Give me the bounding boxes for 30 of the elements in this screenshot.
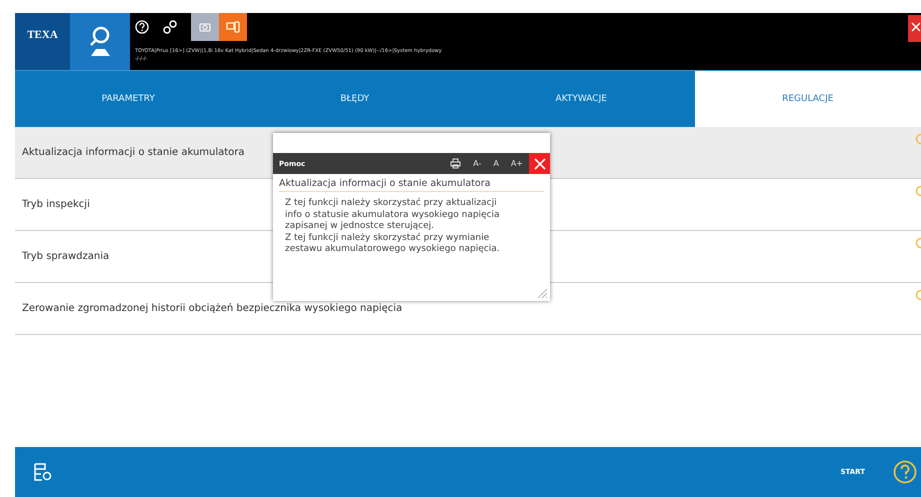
close-button[interactable] <box>908 15 921 42</box>
close-icon <box>910 21 920 33</box>
font-size-button[interactable]: A+ <box>504 159 529 168</box>
camera-icon <box>199 22 211 32</box>
row-label: Tryb inspekcji <box>22 199 90 210</box>
help-heading: Aktualizacja informacji o stanie akumulatora <box>279 178 544 192</box>
tab[interactable]: BŁĘDY <box>242 71 468 127</box>
device-icon <box>226 21 240 33</box>
font-size-button[interactable]: A- <box>467 159 488 168</box>
close-button[interactable] <box>529 153 550 174</box>
status-icon <box>915 133 921 145</box>
tab[interactable]: PARAMETRY <box>15 71 242 127</box>
help-text: Z tej funkcji należy skorzystać przy wymianie zestawu akumulatorowego wysokiego napięcia. <box>285 232 501 256</box>
settings-list-icon[interactable] <box>33 462 53 482</box>
row-label: Zerowanie zgromadzonej historii obciążeń bezpiecznika wysokiego napięcia <box>22 303 402 314</box>
tab[interactable]: AKTYWACJE <box>468 71 694 127</box>
status-icon <box>915 237 921 249</box>
status-icon <box>915 289 921 301</box>
status-icon <box>915 185 921 197</box>
close-icon <box>534 158 546 170</box>
row-label: Tryb sprawdzania <box>22 251 110 262</box>
tab[interactable]: REGULACJE <box>694 71 921 127</box>
font-size-button[interactable]: A <box>487 159 505 168</box>
resize-grip-icon[interactable] <box>536 287 548 299</box>
print-icon[interactable] <box>450 158 462 169</box>
texa-logo: TEXA <box>15 13 70 70</box>
device-button[interactable] <box>219 13 247 41</box>
row-label: Aktualizacja informacji o stanie akumulatora <box>22 147 245 158</box>
help-text: Z tej funkcji należy skorzystać przy aktualizacji info o statusie akumulatora wysokiego napięcia zapisanej w jednostce sterującej. <box>285 198 501 232</box>
link-icon[interactable] <box>163 20 177 34</box>
